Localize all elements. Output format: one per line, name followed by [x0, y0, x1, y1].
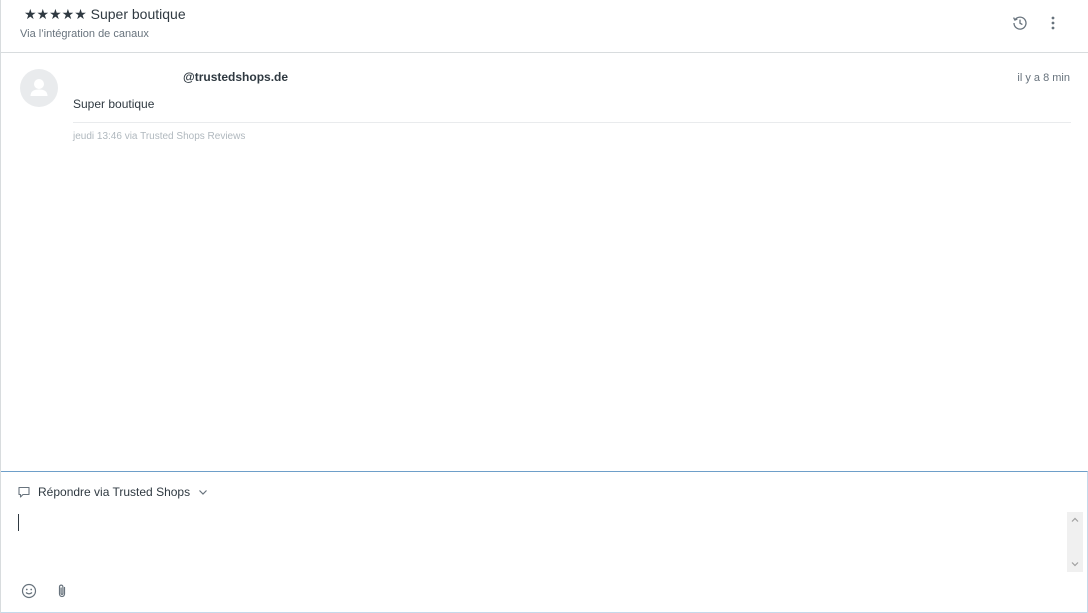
chevron-down-icon: [199, 490, 208, 495]
chevron-down-icon: [1071, 562, 1079, 567]
more-options-button[interactable]: [1043, 13, 1063, 33]
reply-channel-dropdown[interactable]: Répondre via Trusted Shops: [17, 485, 208, 499]
message-body: Super boutique: [73, 97, 155, 111]
emoji-button[interactable]: [19, 581, 39, 601]
avatar: [20, 69, 58, 107]
reply-textarea[interactable]: [17, 512, 1063, 570]
history-icon: [1013, 16, 1027, 30]
message-divider: [73, 122, 1071, 123]
ticket-title: ★★★★★ Super boutique: [24, 6, 186, 22]
more-vertical-icon: [1051, 16, 1055, 30]
scroll-down-button[interactable]: [1067, 556, 1083, 572]
ticket-channel-subtitle: Via l’intégration de canaux: [20, 28, 149, 40]
reply-scrollbar[interactable]: [1067, 512, 1083, 572]
chevron-up-icon: [1071, 517, 1079, 522]
message-sender[interactable]: @trustedshops.de: [183, 70, 288, 84]
emoji-icon: [21, 583, 37, 599]
user-icon: [30, 79, 48, 96]
ticket-view: ★★★★★ Super boutique Via l’intégration d…: [0, 0, 1088, 613]
text-caret: [18, 514, 19, 531]
paperclip-icon: [58, 584, 66, 598]
scroll-up-button[interactable]: [1067, 512, 1083, 528]
reply-composer: Répondre via Trusted Shops: [1, 471, 1088, 613]
speech-bubble-icon: [18, 486, 30, 498]
history-button[interactable]: [1010, 13, 1030, 33]
message-meta: jeudi 13:46 via Trusted Shops Reviews: [73, 131, 246, 142]
attach-file-button[interactable]: [52, 581, 72, 601]
reply-channel-label: Répondre via Trusted Shops: [38, 485, 191, 499]
conversation-log: @trustedshops.de il y a 8 min Super bout…: [1, 53, 1088, 471]
message-timestamp: il y a 8 min: [1017, 72, 1070, 84]
ticket-header: ★★★★★ Super boutique Via l’intégration d…: [1, 0, 1088, 53]
